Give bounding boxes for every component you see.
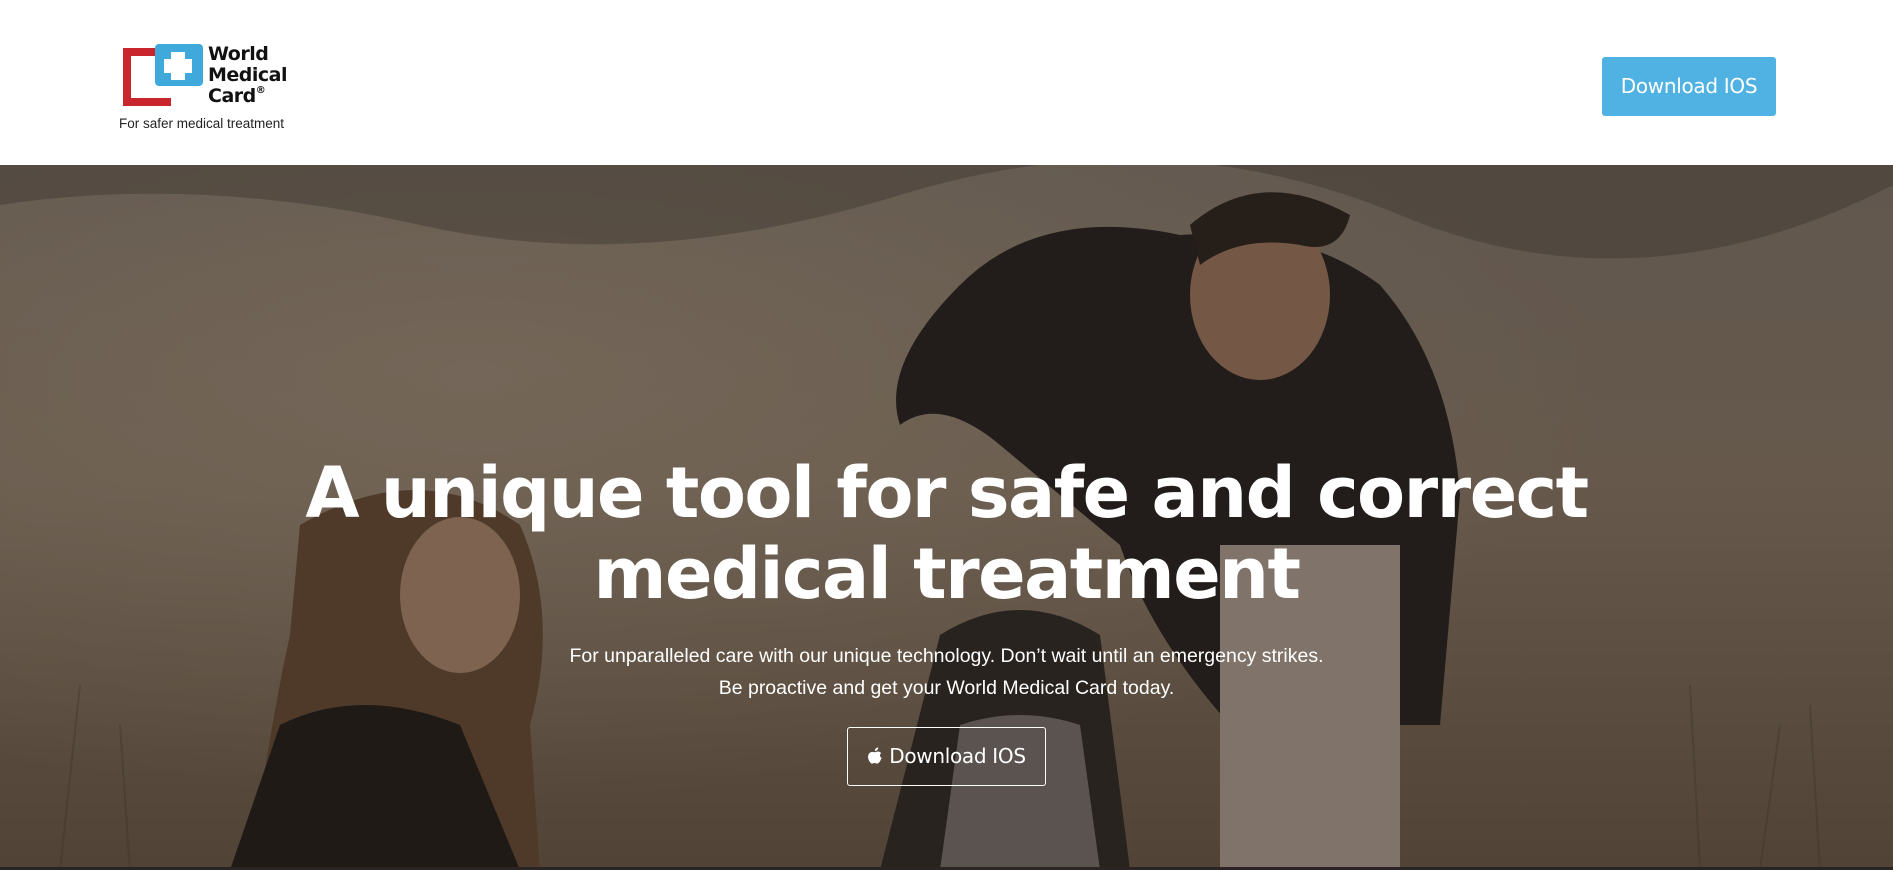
hero-subtitle-line-1: For unparalleled care with our unique te… — [569, 645, 1324, 667]
hero-subtitle: For unparalleled care with our unique te… — [0, 640, 1893, 704]
logo-cross-card-icon — [123, 44, 203, 106]
registered-mark: ® — [255, 85, 266, 96]
hero-download-ios-button[interactable]: Download IOS — [847, 727, 1046, 786]
hero-title-line-2: medical treatment — [593, 533, 1301, 615]
logo-wordmark: World Medical Card® — [208, 43, 288, 107]
logo-word-1: World — [208, 43, 269, 65]
hero-title: A unique tool for safe and correct medic… — [0, 453, 1893, 615]
logo-word-3: Card — [208, 85, 256, 107]
hero-title-line-1: A unique tool for safe and correct — [305, 452, 1589, 534]
hero-section: A unique tool for safe and correct medic… — [0, 165, 1893, 870]
apple-icon — [868, 747, 882, 764]
hero-download-ios-label: Download IOS — [889, 744, 1026, 768]
logo-tagline: For safer medical treatment — [119, 116, 285, 131]
header-download-ios-button[interactable]: Download IOS — [1602, 57, 1776, 116]
hero-subtitle-line-2: Be proactive and get your World Medical … — [718, 677, 1175, 699]
logo[interactable]: World Medical Card® For safer medical tr… — [119, 44, 294, 134]
logo-word-2: Medical — [208, 64, 288, 86]
site-header: World Medical Card® For safer medical tr… — [0, 0, 1893, 165]
